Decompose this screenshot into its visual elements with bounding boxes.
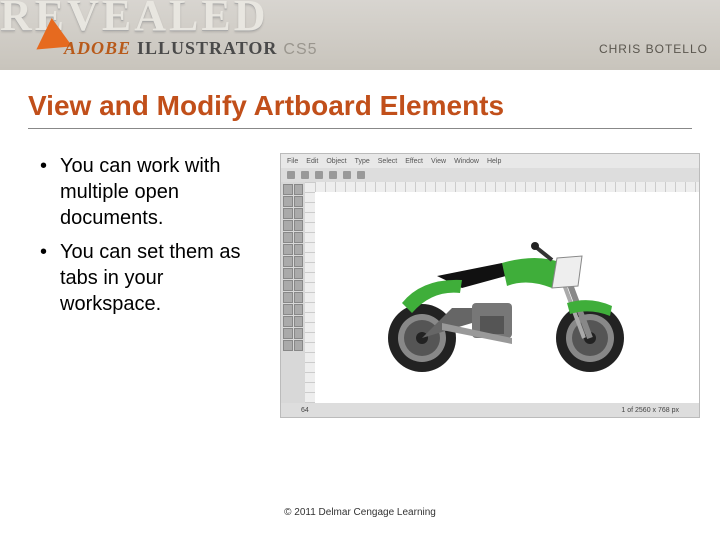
tool-icon bbox=[283, 256, 293, 267]
tool-icon bbox=[294, 184, 304, 195]
artboard-canvas bbox=[305, 182, 699, 403]
tool-icon bbox=[283, 184, 293, 195]
tool-icon bbox=[294, 280, 304, 291]
illustrator-word: ILLUSTRATOR bbox=[137, 38, 277, 59]
menu-item: Edit bbox=[306, 158, 318, 165]
tool-icon bbox=[283, 340, 293, 351]
ruler-vertical bbox=[305, 182, 315, 403]
bullet-item: You can set them as tabs in your workspa… bbox=[40, 239, 260, 317]
zoom-level: 64 bbox=[301, 407, 309, 414]
tool-icon bbox=[283, 292, 293, 303]
tool-icon bbox=[283, 208, 293, 219]
menu-item: Select bbox=[378, 158, 397, 165]
toolbar-icon bbox=[343, 171, 351, 179]
menu-item: Window bbox=[454, 158, 479, 165]
product-line: ADOBE ILLUSTRATOR CS5 bbox=[64, 38, 318, 59]
control-bar bbox=[281, 168, 699, 182]
tool-icon bbox=[294, 340, 304, 351]
toolbar-icon bbox=[301, 171, 309, 179]
tool-icon bbox=[294, 304, 304, 315]
tools-panel bbox=[281, 182, 305, 403]
slide-title: View and Modify Artboard Elements bbox=[28, 90, 692, 129]
menu-item: Object bbox=[326, 158, 346, 165]
tool-icon bbox=[283, 232, 293, 243]
menu-item: Help bbox=[487, 158, 501, 165]
toolbar-icon bbox=[287, 171, 295, 179]
tool-icon bbox=[294, 316, 304, 327]
menu-item: Type bbox=[355, 158, 370, 165]
tool-icon bbox=[294, 292, 304, 303]
toolbar-icon bbox=[315, 171, 323, 179]
author-name: CHRIS BOTELLO bbox=[599, 42, 708, 56]
content-row: You can work with multiple open document… bbox=[40, 153, 700, 418]
menu-item: View bbox=[431, 158, 446, 165]
status-text: 1 of 2560 x 768 px bbox=[621, 407, 679, 414]
tool-icon bbox=[294, 328, 304, 339]
tool-icon bbox=[283, 268, 293, 279]
toolbar-icon bbox=[329, 171, 337, 179]
bullet-item: You can work with multiple open document… bbox=[40, 153, 260, 231]
tool-icon bbox=[294, 232, 304, 243]
tool-icon bbox=[294, 196, 304, 207]
app-menu-bar: File Edit Object Type Select Effect View… bbox=[281, 154, 699, 168]
app-body bbox=[281, 182, 699, 403]
bullet-list: You can work with multiple open document… bbox=[40, 153, 260, 418]
menu-item: Effect bbox=[405, 158, 423, 165]
tool-icon bbox=[283, 220, 293, 231]
adobe-word: ADOBE bbox=[64, 38, 131, 59]
tool-icon bbox=[283, 280, 293, 291]
tool-icon bbox=[283, 328, 293, 339]
illustrator-screenshot: File Edit Object Type Select Effect View… bbox=[280, 153, 700, 418]
tool-icon bbox=[283, 196, 293, 207]
book-banner: REVEALED ADOBE ILLUSTRATOR CS5 CHRIS BOT… bbox=[0, 0, 720, 70]
toolbar-icon bbox=[357, 171, 365, 179]
motorcycle-artwork bbox=[352, 208, 652, 378]
tool-icon bbox=[294, 268, 304, 279]
copyright-footer: © 2011 Delmar Cengage Learning bbox=[0, 507, 720, 518]
tool-icon bbox=[283, 304, 293, 315]
ruler-horizontal bbox=[305, 182, 699, 192]
tool-icon bbox=[294, 244, 304, 255]
tool-icon bbox=[283, 244, 293, 255]
menu-item: File bbox=[287, 158, 298, 165]
tool-icon bbox=[294, 220, 304, 231]
tool-icon bbox=[283, 316, 293, 327]
cs5-word: CS5 bbox=[283, 41, 317, 59]
status-bar: 64 1 of 2560 x 768 px bbox=[281, 403, 699, 417]
tool-icon bbox=[294, 256, 304, 267]
tool-icon bbox=[294, 208, 304, 219]
